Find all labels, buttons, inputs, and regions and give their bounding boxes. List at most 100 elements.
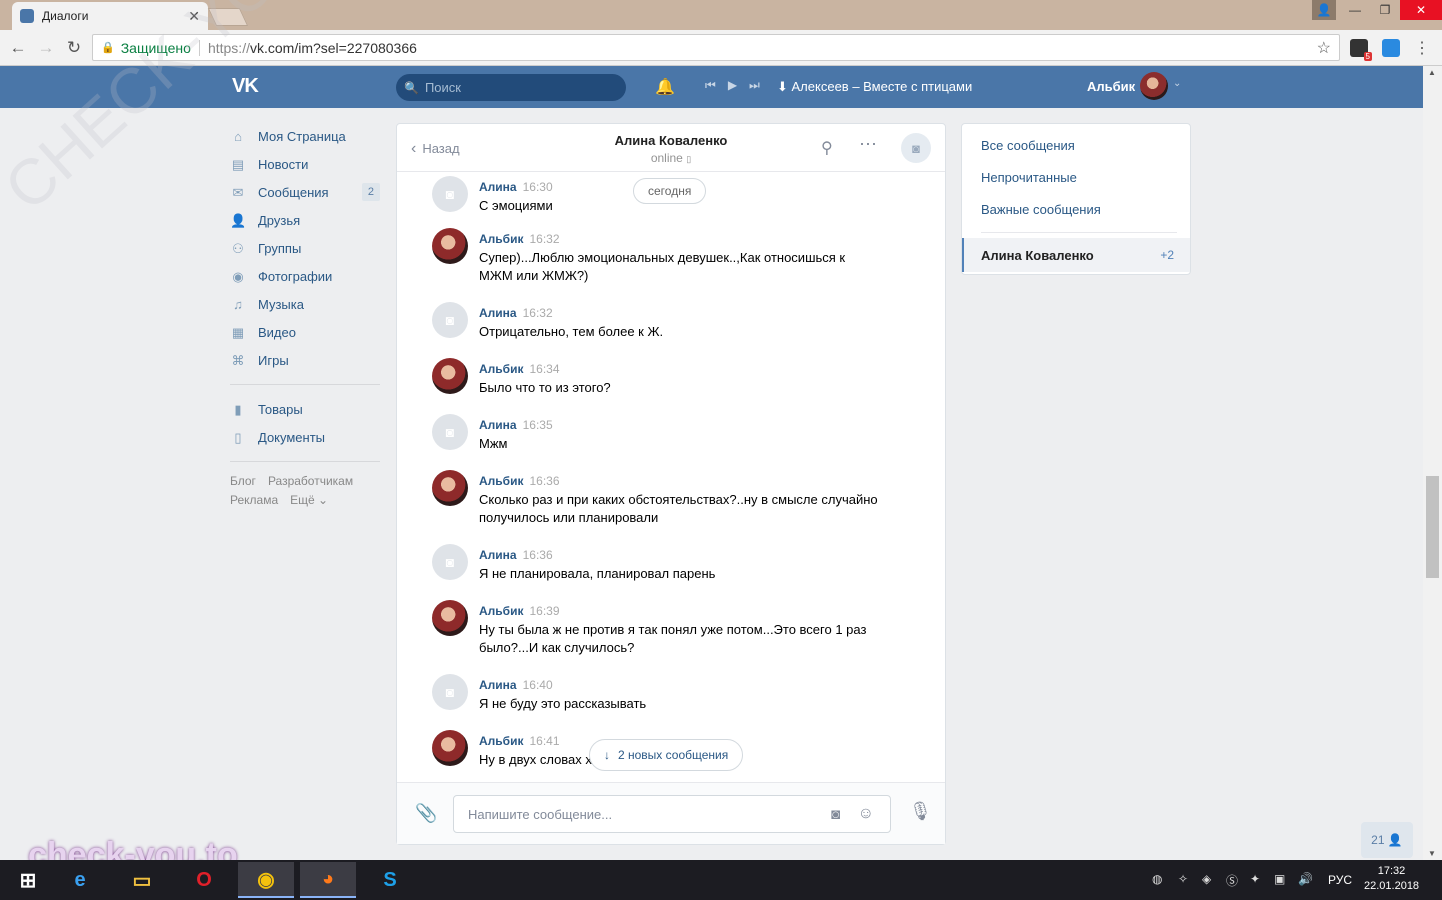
scroll-up-icon[interactable]: ▲ xyxy=(1428,68,1436,77)
sidebar-item[interactable]: ⌘ Игры xyxy=(230,346,380,374)
sidebar-item[interactable]: ✉ Сообщения 2 xyxy=(230,178,380,206)
sidebar-item[interactable]: 👤 Друзья xyxy=(230,206,380,234)
scroll-thumb[interactable] xyxy=(1426,476,1439,578)
scroll-down-icon[interactable]: ▼ xyxy=(1428,849,1436,858)
message-author[interactable]: Алина xyxy=(479,180,517,194)
file-explorer-icon[interactable]: ▭ xyxy=(114,862,170,898)
message-time[interactable]: 16:30 xyxy=(523,180,553,194)
sidebar-item[interactable]: ▤ Новости xyxy=(230,150,380,178)
selected-conversation[interactable]: Алина Коваленко +2 xyxy=(962,238,1190,272)
next-track-icon[interactable]: ⏭ xyxy=(749,78,760,93)
prev-track-icon[interactable]: ⏮ xyxy=(705,78,716,93)
chevron-down-icon[interactable]: ⌄ xyxy=(1173,78,1181,89)
search-icon[interactable]: ⚲ xyxy=(821,138,833,158)
emoji-icon[interactable]: ☺ xyxy=(858,805,874,823)
reload-icon[interactable]: ↻ xyxy=(62,36,86,60)
filter-all-messages[interactable]: Все сообщения xyxy=(981,138,1075,153)
message-time[interactable]: 16:40 xyxy=(523,678,553,692)
sidebar-item[interactable]: ▮ Товары xyxy=(230,395,380,423)
tray-icon[interactable]: ✧ xyxy=(1178,872,1188,886)
skype-icon[interactable]: S xyxy=(362,862,418,898)
volume-icon[interactable]: 🔊 xyxy=(1298,872,1313,886)
language-indicator[interactable]: РУС xyxy=(1328,873,1352,887)
sidebar-item[interactable]: ◉ Фотографии xyxy=(230,262,380,290)
camera-icon[interactable]: ◙ xyxy=(432,674,468,710)
sidebar-item[interactable]: ▦ Видео xyxy=(230,318,380,346)
tray-icon[interactable]: ✦ xyxy=(1250,872,1260,886)
user-name[interactable]: Альбик xyxy=(1087,79,1135,94)
message-author[interactable]: Альбик xyxy=(479,474,523,488)
camera-icon[interactable]: ◙ xyxy=(432,302,468,338)
user-avatar[interactable] xyxy=(1140,72,1168,100)
camera-icon[interactable]: ◙ xyxy=(432,414,468,450)
sidebar-item[interactable]: ♫ Музыка xyxy=(230,290,380,318)
sidebar-item[interactable]: ▯ Документы xyxy=(230,423,380,451)
viber-tray-icon[interactable]: ◍ xyxy=(1152,872,1162,886)
message-author[interactable]: Альбик xyxy=(479,362,523,376)
page-scrollbar[interactable]: ▲ ▼ xyxy=(1423,66,1442,860)
sidebar-item[interactable]: ⌂ Моя Страница xyxy=(230,122,380,150)
search-input[interactable]: 🔍 Поиск xyxy=(396,74,626,101)
camera-icon[interactable]: ◙ xyxy=(432,176,468,212)
system-clock[interactable]: 17:32 22.01.2018 xyxy=(1364,864,1419,894)
sidebar-item[interactable]: ⚇ Группы xyxy=(230,234,380,262)
avatar[interactable] xyxy=(432,470,468,506)
message-author[interactable]: Альбик xyxy=(479,232,523,246)
message-author[interactable]: Альбик xyxy=(479,734,523,748)
message-author[interactable]: Алина xyxy=(479,306,517,320)
tray-icon[interactable]: ◈ xyxy=(1202,872,1211,886)
avatar[interactable] xyxy=(432,228,468,264)
message-input[interactable]: Напишите сообщение... ◙ ☺ xyxy=(453,795,891,833)
bookmark-star-icon[interactable]: ☆ xyxy=(1317,38,1331,58)
extension-icon[interactable]: 5 xyxy=(1350,39,1372,61)
microphone-icon[interactable]: 🎙 xyxy=(909,801,932,822)
new-messages-button[interactable]: ↓ 2 новых сообщения xyxy=(589,739,744,771)
minimize-icon[interactable]: — xyxy=(1340,0,1370,20)
message-time[interactable]: 16:32 xyxy=(523,306,553,320)
message-time[interactable]: 16:36 xyxy=(523,548,553,562)
footer-link[interactable]: Ещё ⌄ xyxy=(290,493,328,507)
opera-icon[interactable]: O xyxy=(176,862,232,898)
camera-icon[interactable]: ◙ xyxy=(831,806,840,823)
message-time[interactable]: 16:36 xyxy=(529,474,559,488)
firefox-icon[interactable]: ◕ xyxy=(300,862,356,898)
network-icon[interactable]: ▣ xyxy=(1274,872,1285,886)
camera-icon[interactable]: ◙ xyxy=(432,544,468,580)
message-time[interactable]: 16:41 xyxy=(529,734,559,748)
vpn-extension-icon[interactable] xyxy=(1382,39,1400,57)
chrome-menu-icon[interactable]: ⋮ xyxy=(1410,36,1434,60)
footer-link[interactable]: Блог xyxy=(230,474,256,488)
message-time[interactable]: 16:35 xyxy=(523,418,553,432)
filter-important[interactable]: Важные сообщения xyxy=(981,202,1101,217)
message-time[interactable]: 16:34 xyxy=(529,362,559,376)
back-arrow-icon[interactable]: ← xyxy=(6,36,30,60)
message-time[interactable]: 16:39 xyxy=(529,604,559,618)
vk-logo-icon[interactable]: VK xyxy=(232,75,259,98)
avatar[interactable] xyxy=(432,358,468,394)
profile-icon[interactable]: 👤 xyxy=(1312,0,1336,20)
play-icon[interactable]: ▶ xyxy=(728,78,737,93)
windows-start-icon[interactable]: ⊞ xyxy=(0,862,56,898)
omnibox[interactable]: 🔒 Защищено https://vk.com/im?sel=2270803… xyxy=(92,34,1340,61)
filter-unread[interactable]: Непрочитанные xyxy=(981,170,1077,185)
message-list[interactable]: Альбик 16:41 Ну в двух словах х ◙ Алина 16:40… xyxy=(397,173,945,784)
chrome-icon[interactable]: ◉ xyxy=(238,862,294,898)
close-window-icon[interactable]: ✕ xyxy=(1400,0,1442,20)
skype-tray-icon[interactable]: Ⓢ xyxy=(1226,872,1238,889)
forward-arrow-icon[interactable]: → xyxy=(34,36,58,60)
footer-link[interactable]: Реклама xyxy=(230,493,278,507)
message-author[interactable]: Алина xyxy=(479,548,517,562)
message-author[interactable]: Альбик xyxy=(479,604,523,618)
ie-icon[interactable]: e xyxy=(52,862,108,898)
online-friends-button[interactable]: 21 👤 xyxy=(1361,822,1413,858)
message-time[interactable]: 16:32 xyxy=(529,232,559,246)
restore-icon[interactable]: ❐ xyxy=(1370,0,1400,20)
notifications-bell-icon[interactable]: 🔔 xyxy=(655,77,675,97)
avatar[interactable] xyxy=(432,600,468,636)
avatar[interactable] xyxy=(432,730,468,766)
message-author[interactable]: Алина xyxy=(479,678,517,692)
attach-icon[interactable]: 📎 xyxy=(415,803,437,824)
partner-avatar[interactable]: ◙ xyxy=(901,133,931,163)
more-actions-icon[interactable]: ⋯ xyxy=(859,134,877,155)
message-author[interactable]: Алина xyxy=(479,418,517,432)
